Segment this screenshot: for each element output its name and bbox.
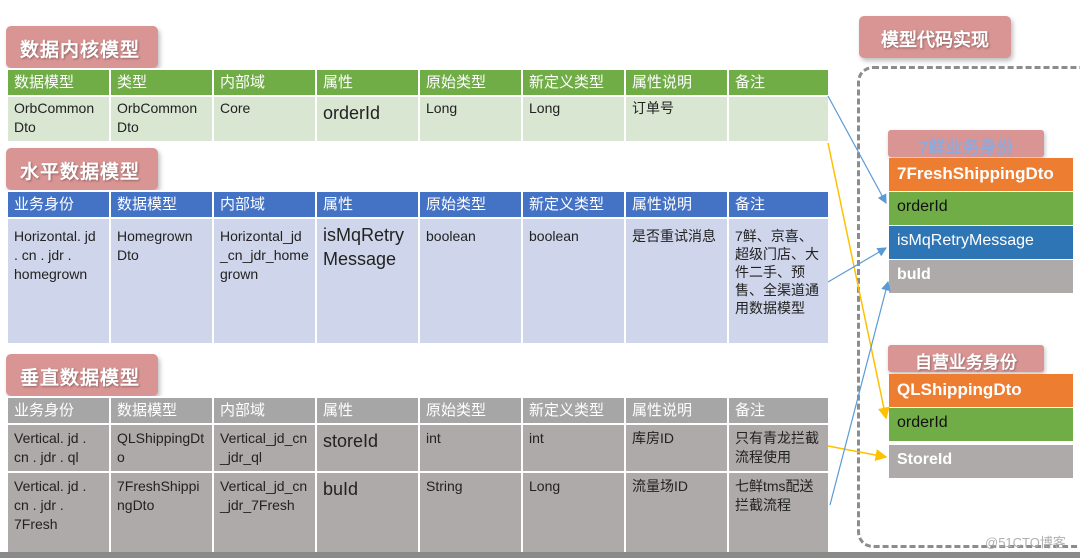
table-header-row: 业务身份 数据模型 内部域 属性 原始类型 新定义类型 属性说明 备注 xyxy=(6,190,830,219)
header-cell: 数据模型 xyxy=(109,190,214,219)
table-cell: String xyxy=(418,471,523,555)
fresh-dto-block: 7FreshShippingDto orderId isMqRetryMessa… xyxy=(889,158,1073,294)
header-cell: 数据模型 xyxy=(6,68,111,97)
table-cell: int xyxy=(521,423,626,473)
table-cell: 7FreshShippingDto xyxy=(109,471,214,555)
horizontal-model-label: 水平数据模型 xyxy=(6,148,158,190)
watermark: @51CTO博客 xyxy=(985,535,1066,550)
table-row: Vertical. jd . cn . jdr . ql QLShippingD… xyxy=(6,423,830,473)
table-cell: 只有青龙拦截流程使用 xyxy=(727,423,830,473)
code-implementation-label: 模型代码实现 xyxy=(859,16,1011,58)
table-cell: Horizontal. jd . cn . jdr . homegrown xyxy=(6,217,111,345)
table-cell: 库房ID xyxy=(624,423,729,473)
table-cell: boolean xyxy=(418,217,523,345)
self-identity-label: 自营业务身份 xyxy=(888,345,1044,372)
header-cell: 原始类型 xyxy=(418,68,523,97)
fresh-dto-name: 7FreshShippingDto xyxy=(889,158,1073,191)
table-cell: Long xyxy=(521,471,626,555)
table-cell: OrbCommon Dto xyxy=(109,95,214,143)
self-field-storeid: StoreId xyxy=(889,445,1073,478)
header-cell: 属性说明 xyxy=(624,396,729,425)
table-cell: Vertical. jd . cn . jdr . 7Fresh xyxy=(6,471,111,555)
table-cell: Long xyxy=(521,95,626,143)
table-row: OrbCommon Dto OrbCommon Dto Core orderId… xyxy=(6,95,830,143)
fresh-field-ismqretry: isMqRetryMessage xyxy=(889,226,1073,259)
table-header-row: 业务身份 数据模型 内部域 属性 原始类型 新定义类型 属性说明 备注 xyxy=(6,396,830,425)
table-cell: int xyxy=(418,423,523,473)
attribute-cell: orderId xyxy=(315,95,420,143)
fresh-field-orderid: orderId xyxy=(889,192,1073,225)
header-cell: 新定义类型 xyxy=(521,396,626,425)
attribute-cell: buId xyxy=(315,471,420,555)
header-cell: 备注 xyxy=(727,68,830,97)
table-row: Vertical. jd . cn . jdr . 7Fresh 7FreshS… xyxy=(6,471,830,555)
header-cell: 数据模型 xyxy=(109,396,214,425)
header-cell: 原始类型 xyxy=(418,396,523,425)
table-cell: boolean xyxy=(521,217,626,345)
table-cell: Homegrown Dto xyxy=(109,217,214,345)
table-cell: 订单号 xyxy=(624,95,729,143)
self-dto-name: QLShippingDto xyxy=(889,374,1073,407)
header-cell: 备注 xyxy=(727,396,830,425)
header-cell: 属性 xyxy=(315,396,420,425)
fresh-field-buid: buId xyxy=(889,260,1073,293)
table-cell: Horizontal_jd_cn_jdr_homegrown xyxy=(212,217,317,345)
table-cell: Vertical. jd . cn . jdr . ql xyxy=(6,423,111,473)
header-cell: 属性说明 xyxy=(624,190,729,219)
table-cell: Long xyxy=(418,95,523,143)
attribute-cell: storeId xyxy=(315,423,420,473)
core-model-label: 数据内核模型 xyxy=(6,26,158,68)
fresh-identity-label: 7鲜业务身份 xyxy=(888,130,1044,157)
header-cell: 类型 xyxy=(109,68,214,97)
table-cell: 七鲜tms配送拦截流程 xyxy=(727,471,830,555)
table-cell: Vertical_jd_cn_jdr_ql xyxy=(212,423,317,473)
vertical-model-table: 业务身份 数据模型 内部域 属性 原始类型 新定义类型 属性说明 备注 Vert… xyxy=(6,396,830,555)
header-cell: 新定义类型 xyxy=(521,190,626,219)
table-cell: Vertical_jd_cn_jdr_7Fresh xyxy=(212,471,317,555)
header-cell: 属性 xyxy=(315,68,420,97)
table-cell: 流量场ID xyxy=(624,471,729,555)
header-cell: 业务身份 xyxy=(6,190,111,219)
header-cell: 新定义类型 xyxy=(521,68,626,97)
header-cell: 内部域 xyxy=(212,396,317,425)
header-cell: 业务身份 xyxy=(6,396,111,425)
table-cell xyxy=(727,95,830,143)
table-cell: Core xyxy=(212,95,317,143)
header-cell: 内部域 xyxy=(212,68,317,97)
table-header-row: 数据模型 类型 内部域 属性 原始类型 新定义类型 属性说明 备注 xyxy=(6,68,830,97)
self-field-orderid: orderId xyxy=(889,408,1073,441)
table-row: Horizontal. jd . cn . jdr . homegrown Ho… xyxy=(6,217,830,345)
header-cell: 原始类型 xyxy=(418,190,523,219)
bottom-edge xyxy=(0,552,1080,558)
horizontal-model-table: 业务身份 数据模型 内部域 属性 原始类型 新定义类型 属性说明 备注 Hori… xyxy=(6,190,830,345)
header-cell: 备注 xyxy=(727,190,830,219)
table-cell: QLShippingDto xyxy=(109,423,214,473)
header-cell: 属性说明 xyxy=(624,68,729,97)
core-model-table: 数据模型 类型 内部域 属性 原始类型 新定义类型 属性说明 备注 OrbCom… xyxy=(6,68,830,143)
table-cell: 7鲜、京喜、超级门店、大件二手、预售、全渠道通用数据模型 xyxy=(727,217,830,345)
self-dto-block: QLShippingDto orderId StoreId xyxy=(889,374,1073,479)
table-cell: OrbCommon Dto xyxy=(6,95,111,143)
header-cell: 属性 xyxy=(315,190,420,219)
header-cell: 内部域 xyxy=(212,190,317,219)
vertical-model-label: 垂直数据模型 xyxy=(6,354,158,396)
table-cell: 是否重试消息 xyxy=(624,217,729,345)
attribute-cell: isMqRetryMessage xyxy=(315,217,420,345)
